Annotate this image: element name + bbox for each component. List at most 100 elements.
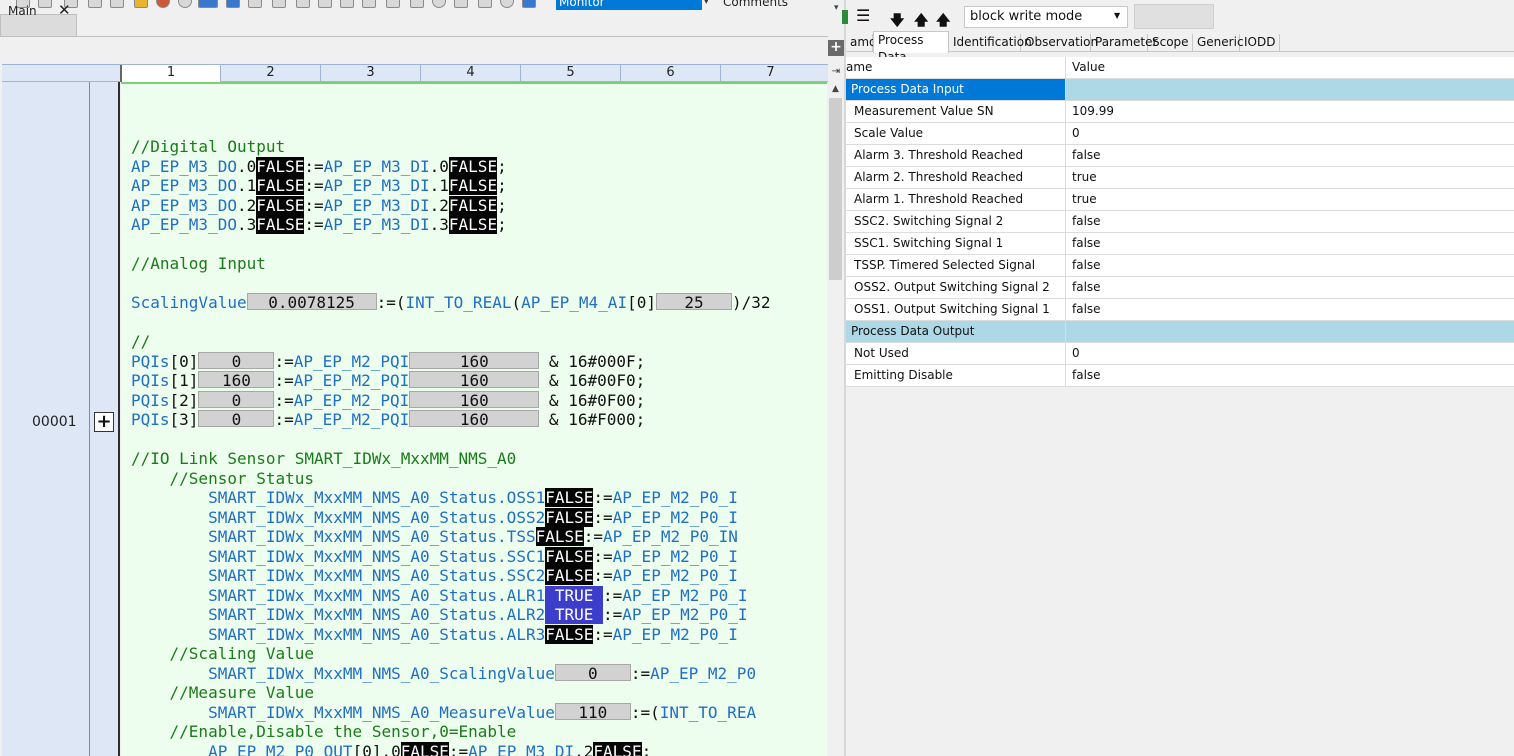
table-row[interactable]: OSS2. Output Switching Signal 2 false — [846, 277, 1514, 299]
bool-value-badge[interactable]: FALSE — [256, 215, 305, 234]
table-row[interactable]: SSC1. Switching Signal 1 false — [846, 233, 1514, 255]
bool-value-badge[interactable]: FALSE — [400, 741, 449, 756]
column-header-6[interactable]: 6 — [620, 65, 720, 82]
value-display[interactable]: 160 — [409, 410, 540, 428]
tab-observation[interactable]: Observation — [1021, 34, 1098, 52]
value-display[interactable]: 0 — [198, 390, 275, 409]
column-header-7[interactable]: 7 — [720, 65, 820, 82]
value-display[interactable]: 0 — [198, 351, 275, 370]
column-header-2[interactable]: 2 — [220, 65, 320, 82]
table-row[interactable]: Alarm 1. Threshold Reached true — [846, 189, 1514, 211]
step-icon-8[interactable] — [410, 0, 424, 8]
toolbar-input[interactable] — [1134, 4, 1214, 29]
bool-value-badge[interactable]: FALSE — [545, 624, 594, 644]
step-icon-1[interactable] — [248, 0, 262, 8]
bool-value-badge[interactable]: FALSE — [448, 215, 498, 234]
row-value[interactable]: false — [1072, 233, 1101, 254]
value-display[interactable]: 160 — [409, 390, 540, 409]
row-value[interactable]: false — [1072, 211, 1101, 232]
column-header-3[interactable]: 3 — [320, 65, 420, 82]
toolbar-icon-4[interactable] — [88, 0, 102, 8]
step-icon-5[interactable] — [340, 0, 354, 8]
step-icon-2[interactable] — [272, 0, 286, 8]
step-icon-7[interactable] — [386, 0, 400, 8]
bool-value-badge[interactable]: FALSE — [545, 566, 594, 585]
name-column-header[interactable]: ame — [846, 57, 872, 78]
pin-icon[interactable]: ▾ — [834, 3, 842, 13]
row-value[interactable]: true — [1072, 167, 1097, 188]
column-header-4[interactable]: 4 — [420, 65, 520, 82]
monitor-mode-dropdown[interactable]: Monitor — [556, 0, 702, 10]
value-column-header[interactable]: Value — [1072, 57, 1105, 78]
bool-value-badge[interactable]: FALSE — [545, 488, 594, 507]
run-icon[interactable] — [198, 0, 218, 8]
value-display[interactable]: 160 — [409, 371, 540, 389]
bool-value-badge[interactable]: FALSE — [256, 195, 305, 215]
chevron-down-icon[interactable]: ▾ — [704, 0, 716, 10]
scrollbar-thumb[interactable] — [829, 98, 842, 280]
value-display[interactable]: 160 — [409, 351, 540, 370]
row-value[interactable]: false — [1072, 255, 1101, 276]
row-value[interactable]: true — [1072, 189, 1097, 210]
bool-value-badge[interactable]: FALSE — [448, 195, 498, 215]
section-row[interactable]: Process Data Input — [846, 79, 1514, 101]
tab-identification[interactable]: Identification — [949, 34, 1032, 52]
table-row[interactable]: Emitting Disable false — [846, 365, 1514, 387]
section-row[interactable]: Process Data Output — [846, 321, 1514, 343]
add-icon[interactable]: + — [828, 40, 844, 56]
toolbar-icon-2[interactable] — [38, 0, 52, 8]
list-icon[interactable]: ☰ — [856, 6, 870, 25]
column-header-5[interactable]: 5 — [520, 65, 620, 82]
tool-icon-1[interactable] — [454, 0, 468, 8]
write-mode-dropdown[interactable]: block write mode — [964, 6, 1128, 28]
row-value[interactable]: 0 — [1072, 123, 1080, 144]
warning-icon[interactable] — [134, 0, 148, 8]
tab-parameter[interactable]: Parameter — [1091, 34, 1157, 52]
step-icon-3[interactable] — [296, 0, 310, 8]
tab-amon[interactable]: amon — [846, 34, 884, 52]
row-value[interactable]: false — [1072, 365, 1101, 386]
bool-value-badge[interactable]: FALSE — [535, 527, 584, 546]
table-row[interactable]: SSC2. Switching Signal 2 false — [846, 211, 1514, 233]
column-header-1[interactable]: 1 — [120, 65, 220, 82]
bool-value-badge[interactable]: FALSE — [545, 546, 594, 566]
row-value[interactable]: 109.99 — [1072, 101, 1114, 122]
table-row[interactable]: Not Used 0 — [846, 343, 1514, 365]
row-value[interactable]: 0 — [1072, 343, 1080, 364]
value-display[interactable]: 110 — [554, 702, 631, 721]
code-editor[interactable]: //Digital Output AP_EP_M3_DO.0FALSE:=AP_E… — [121, 82, 827, 756]
tab-process-data[interactable]: Process Data — [873, 31, 949, 64]
breakpoint-icon[interactable] — [432, 0, 446, 8]
value-display[interactable]: 160 — [198, 371, 275, 389]
bool-value-badge[interactable]: FALSE — [593, 741, 642, 756]
table-row[interactable]: OSS1. Output Switching Signal 1 false — [846, 299, 1514, 321]
record-icon[interactable] — [156, 0, 170, 8]
tab-generic[interactable]: Generic — [1193, 34, 1244, 52]
toolbar-icon-5[interactable] — [110, 0, 124, 8]
stop-icon[interactable] — [178, 0, 192, 8]
step-icon-6[interactable] — [362, 0, 376, 8]
row-value[interactable]: false — [1072, 299, 1101, 320]
scroll-up-icon[interactable]: ▲ — [827, 82, 844, 96]
table-row[interactable]: TSSP. Timered Selected Signal false — [846, 255, 1514, 277]
expand-icon[interactable]: + — [94, 412, 114, 432]
tab-iodd[interactable]: IODD — [1240, 34, 1280, 52]
row-value[interactable]: false — [1072, 145, 1101, 166]
bool-value-badge[interactable]: FALSE — [256, 156, 305, 176]
clock-icon[interactable] — [500, 0, 514, 8]
bool-value-badge[interactable]: FALSE — [448, 176, 498, 195]
value-display[interactable]: 25 — [655, 293, 732, 311]
table-row[interactable]: Alarm 3. Threshold Reached false — [846, 145, 1514, 167]
close-icon[interactable]: ✕ — [58, 1, 71, 19]
bool-value-badge[interactable]: TRUE — [545, 605, 604, 624]
value-display[interactable]: 0 — [554, 663, 631, 682]
comments-label[interactable]: Comments — [723, 0, 788, 8]
split-icon[interactable]: ⇥ — [828, 64, 844, 82]
tool-icon-2[interactable] — [478, 0, 492, 8]
step-icon-4[interactable] — [318, 0, 332, 8]
bool-value-badge[interactable]: FALSE — [448, 156, 498, 176]
table-row[interactable]: Scale Value 0 — [846, 123, 1514, 145]
bool-value-badge[interactable]: FALSE — [256, 176, 305, 195]
table-row[interactable]: Measurement Value SN 109.99 — [846, 101, 1514, 123]
tab-scope[interactable]: Scope — [1148, 34, 1193, 52]
